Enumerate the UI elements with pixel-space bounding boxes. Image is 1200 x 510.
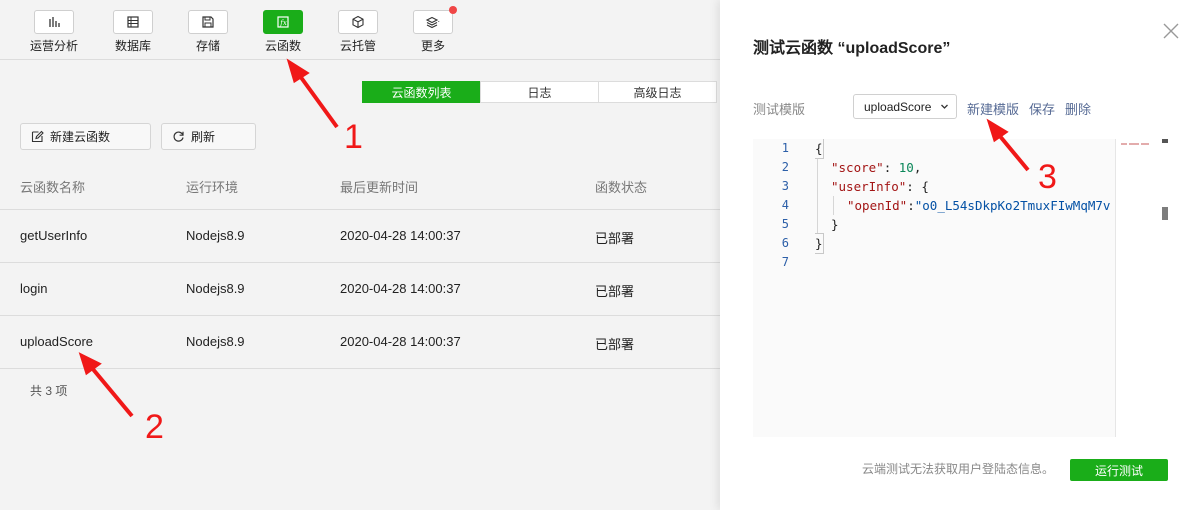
- new-function-label: 新建云函数: [50, 130, 111, 144]
- panel-title: 测试云函数 “uploadScore”: [753, 40, 951, 57]
- toolbar-label: 存储: [195, 39, 220, 53]
- toolbar-item-cloud-hosting[interactable]: 云托管: [328, 10, 388, 54]
- toolbar-label: 云函数: [264, 39, 301, 53]
- template-select-value: uploadScore: [864, 99, 932, 114]
- refresh-button[interactable]: 刷新: [161, 123, 256, 150]
- test-function-panel: 测试云函数 “uploadScore” 测试模版 uploadScore 新建模…: [720, 0, 1200, 510]
- code-content[interactable]: { "score": 10, "userInfo": { "openId":"o…: [815, 139, 1115, 437]
- code-line-1: {: [815, 139, 824, 159]
- template-label: 测试模版: [753, 102, 806, 117]
- tab-advanced-logs[interactable]: 高级日志: [598, 81, 717, 103]
- chevron-down-icon: [941, 104, 948, 109]
- column-header-runtime: 运行环境: [186, 180, 239, 195]
- line-number: 4: [781, 198, 789, 212]
- tab-logs[interactable]: 日志: [480, 81, 599, 103]
- close-icon[interactable]: [1162, 22, 1180, 40]
- edit-icon: [31, 130, 44, 143]
- indent-guide: [817, 158, 818, 234]
- top-toolbar: 运营分析 数据库 存储 fx 云函数 云托管 更多: [0, 0, 720, 60]
- scrollbar-top-marker: [1162, 139, 1168, 143]
- updated-cell: 2020-04-28 14:00:37: [340, 334, 461, 349]
- refresh-label: 刷新: [191, 130, 216, 144]
- code-line-2: "score": 10,: [831, 160, 922, 175]
- status-cell: 已部署: [595, 231, 635, 246]
- toolbar-label: 更多: [420, 39, 445, 53]
- new-template-link[interactable]: 新建模版: [967, 99, 1019, 118]
- function-table: 云函数名称 运行环境 最后更新时间 函数状态 getUserInfo Nodej…: [0, 160, 720, 369]
- function-tabs: 云函数列表 日志 高级日志: [362, 81, 717, 103]
- scrollbar-thumb[interactable]: [1162, 207, 1168, 220]
- notification-dot: [449, 6, 457, 14]
- line-number: 3: [781, 179, 789, 193]
- editor-minimap[interactable]: [1115, 139, 1162, 437]
- column-header-status: 函数状态: [595, 180, 648, 195]
- annotation-number-3: 3: [1038, 158, 1057, 196]
- annotation-arrowhead-1: [286, 58, 310, 84]
- table-row[interactable]: uploadScore Nodejs8.9 2020-04-28 14:00:3…: [0, 316, 720, 369]
- template-select[interactable]: uploadScore: [853, 94, 957, 119]
- column-header-updated: 最后更新时间: [340, 180, 419, 195]
- save-link[interactable]: 保存: [1029, 99, 1055, 118]
- toolbar-label: 云托管: [339, 39, 376, 53]
- annotation-number-2: 2: [145, 408, 164, 446]
- updated-cell: 2020-04-28 14:00:37: [340, 228, 461, 243]
- indent-guide: [833, 196, 834, 215]
- code-line-5: }: [831, 217, 839, 232]
- updated-cell: 2020-04-28 14:00:37: [340, 281, 461, 296]
- line-number: 5: [781, 217, 789, 231]
- svg-text:fx: fx: [279, 19, 287, 27]
- line-number: 1: [781, 141, 789, 155]
- line-number-gutter: 1 2 3 4 5 6 7: [753, 139, 793, 437]
- database-icon: [113, 10, 153, 34]
- new-function-button[interactable]: 新建云函数: [20, 123, 151, 150]
- function-name[interactable]: getUserInfo: [20, 228, 87, 243]
- annotation-arrow-1: [298, 74, 339, 129]
- cloud-function-icon: fx: [263, 10, 303, 34]
- hint-text: 云端测试无法获取用户登陆态信息。: [862, 462, 1055, 476]
- code-line-6: }: [815, 233, 824, 254]
- toolbar-item-cloud-function[interactable]: fx 云函数: [253, 10, 313, 54]
- table-row[interactable]: getUserInfo Nodejs8.9 2020-04-28 14:00:3…: [0, 210, 720, 263]
- line-number: 2: [781, 160, 789, 174]
- bar-chart-icon: [34, 10, 74, 34]
- runtime-cell: Nodejs8.9: [186, 281, 245, 296]
- toolbar-label: 数据库: [114, 39, 151, 53]
- toolbar-item-storage[interactable]: 存储: [178, 10, 238, 54]
- column-header-name: 云函数名称: [20, 180, 86, 195]
- run-test-button[interactable]: 运行测试: [1070, 459, 1168, 481]
- code-line-3: "userInfo": {: [831, 179, 929, 194]
- cube-icon: [338, 10, 378, 34]
- annotation-number-1: 1: [344, 118, 363, 156]
- status-cell: 已部署: [595, 284, 635, 299]
- runtime-cell: Nodejs8.9: [186, 334, 245, 349]
- table-row[interactable]: login Nodejs8.9 2020-04-28 14:00:37 已部署: [0, 263, 720, 316]
- line-number: 7: [781, 255, 789, 269]
- delete-link[interactable]: 删除: [1065, 99, 1091, 118]
- status-cell: 已部署: [595, 337, 635, 352]
- refresh-icon: [173, 131, 184, 142]
- function-name[interactable]: uploadScore: [20, 334, 93, 349]
- total-count: 共 3 项: [30, 384, 68, 398]
- layers-icon: [413, 6, 457, 34]
- runtime-cell: Nodejs8.9: [186, 228, 245, 243]
- code-line-4: "openId":"o0_L54sDkpKo2TmuxFIwMqM7v: [847, 198, 1111, 213]
- tab-function-list[interactable]: 云函数列表: [362, 81, 481, 103]
- line-number: 6: [781, 236, 789, 250]
- toolbar-label: 运营分析: [29, 39, 78, 53]
- toolbar-item-database[interactable]: 数据库: [103, 10, 163, 54]
- toolbar-item-more[interactable]: 更多: [403, 6, 463, 54]
- storage-icon: [188, 10, 228, 34]
- code-editor[interactable]: 1 2 3 4 5 6 7 { "score": 10, "userInfo":…: [753, 139, 1168, 437]
- annotation-arrow-2: [90, 366, 134, 418]
- toolbar-item-analytics[interactable]: 运营分析: [24, 10, 84, 54]
- table-header: 云函数名称 运行环境 最后更新时间 函数状态: [0, 160, 720, 210]
- editor-scrollbar[interactable]: [1162, 139, 1168, 437]
- function-name[interactable]: login: [20, 281, 47, 296]
